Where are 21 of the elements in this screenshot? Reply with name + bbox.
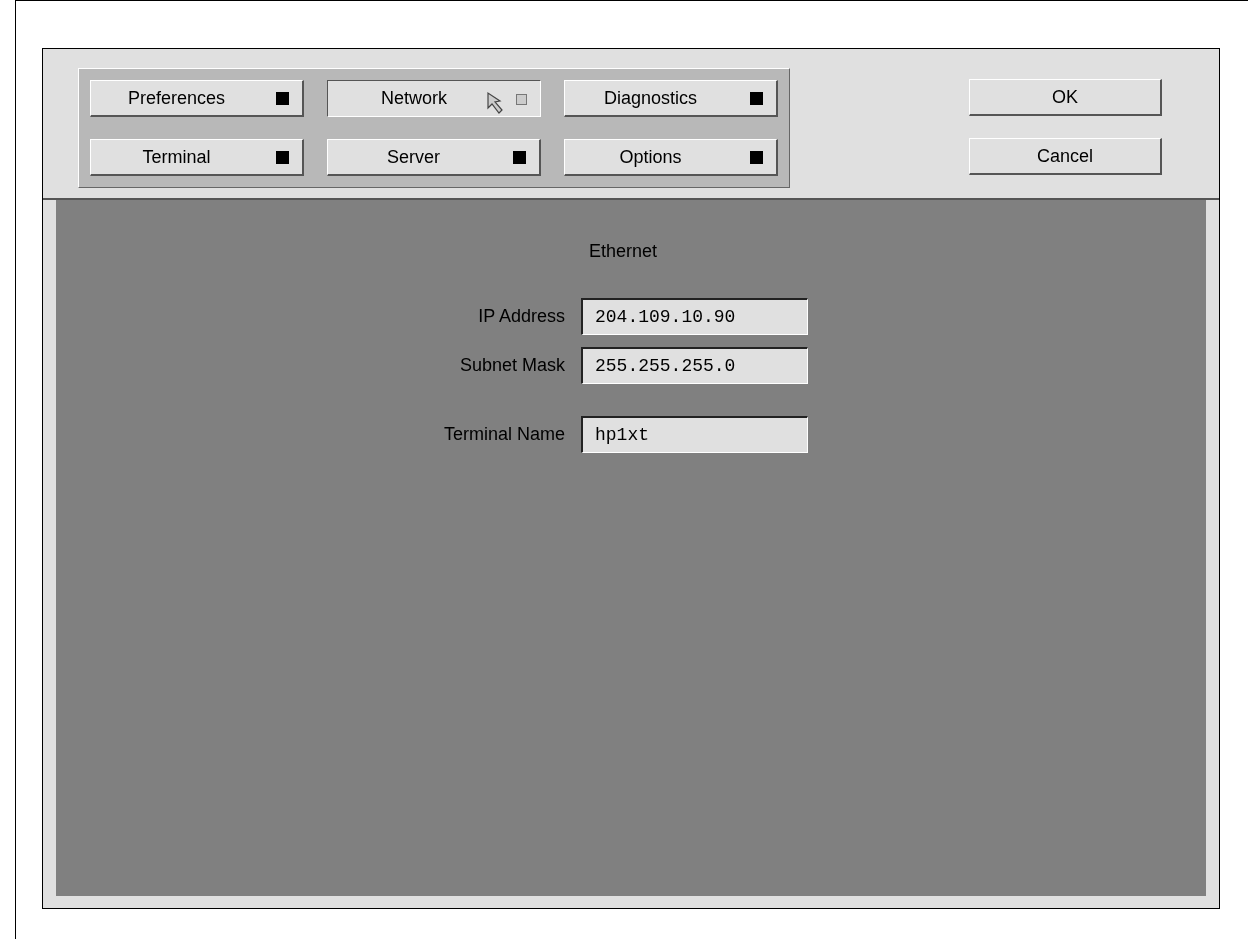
indicator-icon (276, 151, 289, 164)
dialog-button[interactable]: Cancel (969, 138, 1162, 175)
field-label: Subnet Mask (458, 354, 566, 377)
tab[interactable]: Options (564, 139, 778, 176)
indicator-icon (516, 93, 527, 105)
tab[interactable]: Server (327, 139, 541, 176)
indicator-icon (513, 151, 526, 164)
field-label: IP Address (477, 305, 566, 328)
tab[interactable]: Preferences (90, 80, 304, 117)
indicator-icon (276, 92, 289, 105)
field-label: Terminal Name (442, 423, 566, 446)
indicator-icon (750, 92, 763, 105)
indicator-icon (750, 151, 763, 164)
tab[interactable]: Diagnostics (564, 80, 778, 117)
input-field[interactable]: hp1xt (581, 416, 808, 453)
section-title: Ethernet (588, 240, 657, 263)
dialog-button[interactable]: OK (969, 79, 1162, 116)
tab[interactable]: Terminal (90, 139, 304, 176)
tab[interactable]: Network (327, 80, 541, 117)
input-field[interactable]: 204.109.10.90 (581, 298, 808, 335)
input-field[interactable]: 255.255.255.0 (581, 347, 808, 384)
